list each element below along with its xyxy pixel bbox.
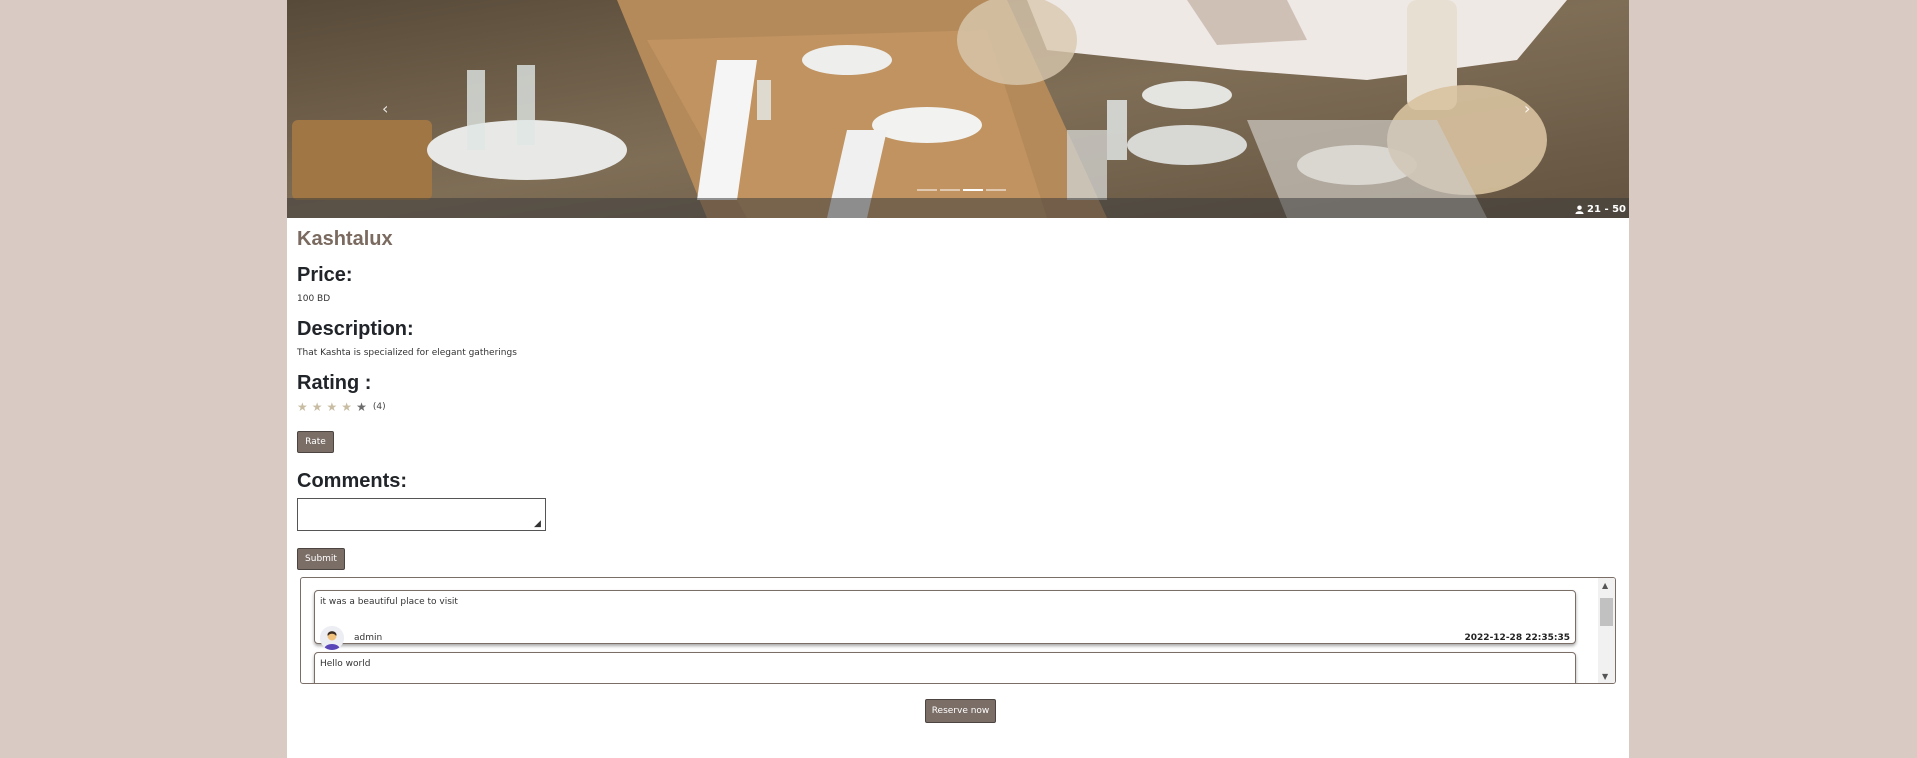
carousel-indicator-3[interactable] — [963, 189, 983, 191]
description-value: That Kashta is specialized for elegant g… — [297, 348, 517, 358]
price-value: 100 BD — [297, 294, 331, 304]
avatar — [320, 626, 344, 650]
star-icon[interactable]: ★ — [356, 400, 367, 414]
place-title: Kashtalux — [297, 228, 393, 250]
comments-list[interactable]: it was a beautiful place to visit admin … — [300, 577, 1616, 684]
comment-date: 2022-12-28 22:35:35 — [1464, 633, 1570, 643]
rate-button[interactable]: Rate — [297, 431, 334, 453]
carousel-indicator-4[interactable] — [986, 189, 1006, 191]
scroll-up-icon[interactable]: ▲ — [1602, 581, 1608, 590]
comment-username: admin — [354, 633, 383, 643]
star-icon[interactable]: ★ — [327, 400, 338, 414]
carousel-indicator-2[interactable] — [940, 189, 960, 191]
person-icon — [1575, 205, 1584, 214]
carousel-caption-bar — [287, 198, 1629, 218]
user-avatar-icon — [320, 626, 344, 650]
rating-heading: Rating : — [297, 372, 372, 394]
carousel-prev-button[interactable]: ‹ — [382, 99, 388, 118]
rating-count: (4) — [372, 402, 386, 412]
comment-card: Hello world — [314, 652, 1576, 683]
rating-stars: ★ ★ ★ ★ ★ (4) — [297, 400, 386, 414]
comment-text: Hello world — [320, 659, 371, 669]
star-icon[interactable]: ★ — [312, 400, 323, 414]
star-icon[interactable]: ★ — [341, 400, 352, 414]
carousel-indicators — [917, 189, 1006, 191]
scroll-down-icon[interactable]: ▼ — [1602, 672, 1608, 681]
carousel-indicator-1[interactable] — [917, 189, 937, 191]
carousel-image — [287, 0, 1629, 218]
carousel-next-button[interactable]: › — [1524, 99, 1530, 118]
comments-scrollbar[interactable]: ▲ ▼ — [1598, 578, 1615, 683]
main-container: ‹ › 21 - 50 Kashtalux Price: 100 BD Desc… — [287, 0, 1629, 758]
price-heading: Price: — [297, 264, 353, 286]
comment-input[interactable] — [297, 498, 546, 531]
description-heading: Description: — [297, 318, 414, 340]
scrollbar-thumb[interactable] — [1600, 598, 1613, 626]
comment-card: it was a beautiful place to visit admin … — [314, 590, 1576, 650]
comments-heading: Comments: — [297, 470, 408, 492]
star-icon[interactable]: ★ — [297, 400, 308, 414]
image-carousel: ‹ › 21 - 50 — [287, 0, 1629, 218]
reserve-now-button[interactable]: Reserve now — [925, 699, 996, 723]
capacity-badge: 21 - 50 — [1575, 204, 1626, 215]
submit-button[interactable]: Submit — [297, 548, 345, 570]
capacity-text: 21 - 50 — [1587, 204, 1626, 215]
comment-text: it was a beautiful place to visit — [320, 597, 458, 607]
